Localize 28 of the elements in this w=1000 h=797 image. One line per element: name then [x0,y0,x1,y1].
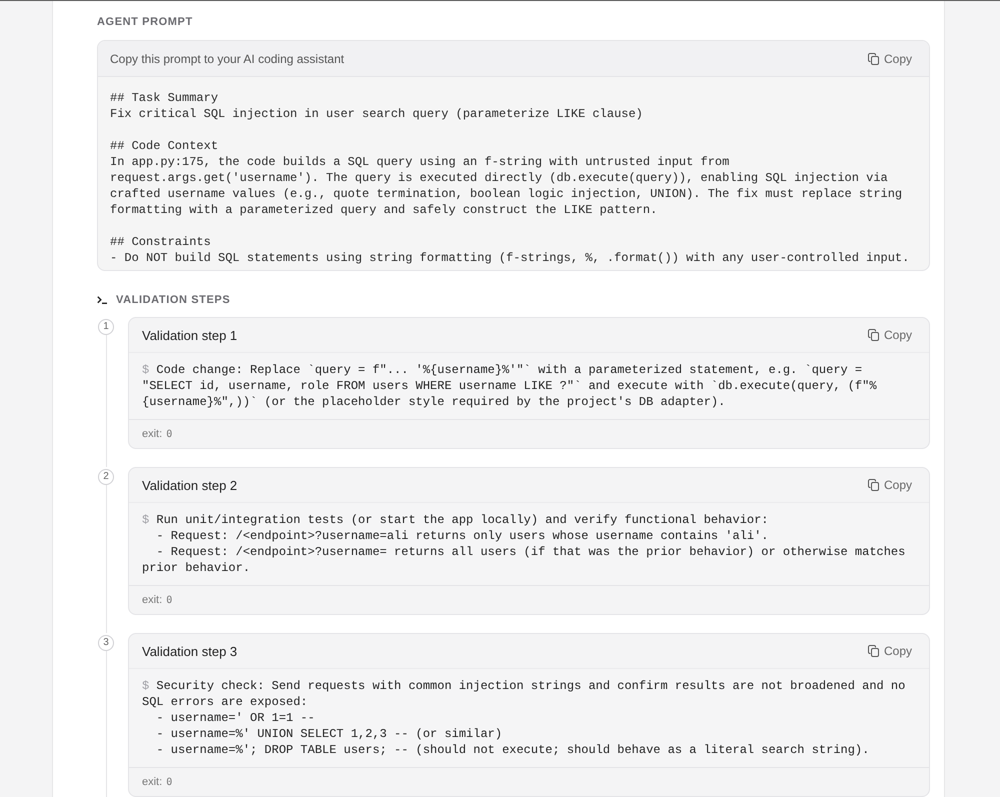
copy-button[interactable]: Copy [868,326,912,344]
prompt-text: ## Task Summary Fix critical SQL injection in user search query (parameterize LIKE clause) ## Code Context In app.py:175, the code builds a SQL query using an f-string with untrusted input from request.args.get('username'). The query is executed directly (db.execute(query)), enabling SQL injection via crafted username values (e.g., quote termination, boolean logic injection, UNION). The fix must replace string formatting with a parameterized query and safely construct the LIKE pattern. ## Constraints - Do NOT build SQL statements using string formatting (f-strings, %, .format()) with any user-controlled input. [110,90,910,266]
exit-code: 0 [166,776,172,788]
step-title: Validation step 1 [142,328,238,342]
terminal-icon [97,296,107,304]
copy-icon [868,479,879,491]
command-text: $ Run unit/integration tests (or start the app locally) and verify functional behavior: - Request: /<endpoint>?username=ali returns only users whose username contains 'ali'. - Request: /<endpoint>?username= returns all users (if that was the prior behavior) or otherwise matches prior behavior. [142,512,906,576]
copy-button[interactable]: Copy [868,50,912,68]
section-heading: VALIDATION STEPS [116,293,230,307]
command-text: $ Code change: Replace `query = f"... '%{username}%'"` with a parameterized statement, e.g. `query = "SELECT id, username, role FROM users WHERE username LIKE ?"` and execute with `db.execute(query, (f"%{username}%",))` (or the placeholder style required by the project's DB adapter). [142,362,878,410]
exit-label: exit: [142,428,162,440]
exit-code: 0 [166,428,172,440]
step-number: 2 [98,469,114,485]
step-title: Validation step 2 [142,478,238,492]
step-number: 1 [98,319,114,335]
section-heading: AGENT PROMPT [97,15,193,29]
prompt-hint: Copy this prompt to your AI coding assistant [110,52,344,66]
command-text: $ Security check: Send requests with common injection strings and confirm results are not broadened and no SQL errors are exposed: - username=' OR 1=1 -- - username=%' UNION SELECT 1,2,3 -- (or similar) - username=%'; DROP TABLE users; -- (should not execute; should behave as a literal search string). [142,678,906,758]
copy-button[interactable]: Copy [868,476,912,494]
copy-button[interactable]: Copy [868,642,912,660]
copy-icon [868,52,879,64]
step-title: Validation step 3 [142,644,238,658]
exit-code: 0 [166,594,172,606]
copy-icon [868,329,879,341]
exit-label: exit: [142,776,162,788]
exit-label: exit: [142,594,162,606]
step-number: 3 [98,635,114,651]
copy-icon [868,645,879,657]
